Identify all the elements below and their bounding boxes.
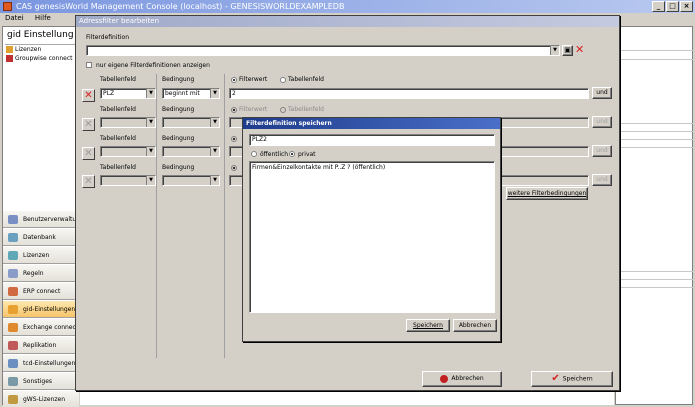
bedingung-select-3[interactable]: ▼ <box>162 146 220 157</box>
nav-icon <box>8 377 18 386</box>
filterdefinition-label: Filterdefinition <box>86 34 129 41</box>
nav-item-erp-connect[interactable]: ERP connect <box>3 282 79 300</box>
tabellenfeld-select-2[interactable]: ▼ <box>100 117 156 128</box>
chevron-down-icon: ▼ <box>210 176 219 185</box>
public-label: öffentlich <box>260 151 289 158</box>
save-button[interactable]: ✔ Speichern <box>531 371 613 387</box>
cancel-button[interactable]: Abbrechen <box>422 371 502 387</box>
more-conditions-button[interactable]: weitere Filterbedingungen <box>506 187 588 200</box>
nav-icon <box>8 287 18 296</box>
filterwert-radio-3[interactable] <box>231 136 237 142</box>
close-button[interactable]: × <box>680 1 693 12</box>
und-button-1[interactable]: und <box>592 87 612 99</box>
nav-item-datenbank[interactable]: Datenbank <box>3 228 79 246</box>
tabellenfeld-radio-2[interactable] <box>280 107 286 113</box>
private-label: privat <box>298 151 316 158</box>
nav-item-lizenzen[interactable]: Lizenzen <box>3 246 79 264</box>
filterwert-input-1[interactable]: 2 <box>229 88 589 99</box>
bedingung-select-4[interactable]: ▼ <box>162 175 220 186</box>
right-panel <box>615 26 694 405</box>
nav-item-regeln[interactable]: Regeln <box>3 264 79 282</box>
tabellenfeld-radio-1[interactable] <box>280 77 286 83</box>
nav-item-replikation[interactable]: Replikation <box>3 336 79 354</box>
nav-icon <box>8 269 18 278</box>
tabellenfeld-select-3[interactable]: ▼ <box>100 146 156 157</box>
chevron-down-icon: ▼ <box>210 89 219 98</box>
bedingung-select-1[interactable]: beginnt mit ▼ <box>162 88 220 99</box>
tabellenfeld-select-1[interactable]: PLZ ▼ <box>100 88 156 99</box>
remove-condition-3-button[interactable]: ✕ <box>82 147 95 160</box>
chevron-down-icon: ▼ <box>550 46 559 55</box>
filterwert-radio-4[interactable] <box>231 165 237 171</box>
sub-save-button[interactable]: Speichern <box>406 319 450 332</box>
nav-icon <box>8 215 18 224</box>
filter-name-input[interactable]: PLZ2 <box>249 134 495 146</box>
remove-condition-4-button[interactable]: ✕ <box>82 175 95 188</box>
private-radio[interactable] <box>289 151 295 157</box>
chevron-down-icon: ▼ <box>146 89 155 98</box>
filterdefinition-select[interactable]: ▼ <box>86 45 560 56</box>
und-button-3[interactable]: und <box>592 145 612 157</box>
sub-cancel-button[interactable]: Abbrechen <box>453 319 497 332</box>
left-panel-title: gid Einstellung <box>7 30 74 40</box>
window-titlebar: CAS genesisWorld Management Console (loc… <box>0 0 695 13</box>
left-panel: gid Einstellung Lizenzen Groupwise conne… <box>2 26 79 407</box>
save-filter-icon[interactable]: ▣ <box>562 45 573 56</box>
window-title: CAS genesisWorld Management Console (loc… <box>16 2 345 11</box>
groupwise-icon <box>6 55 13 62</box>
nav-item-gid-einstellungen[interactable]: gid-Einstellungen <box>3 300 79 318</box>
filter-list[interactable]: Firmen&Einzelkontakte mit P..Z ? (öffent… <box>249 161 495 313</box>
public-radio[interactable] <box>251 151 257 157</box>
menu-datei[interactable]: Datei <box>5 14 24 22</box>
own-filters-label: nur eigene Filterdefinitionen anzeigen <box>96 62 210 69</box>
dialog-title: Adressfilter bearbeiten <box>76 16 619 27</box>
chevron-down-icon: ▼ <box>210 147 219 156</box>
key-icon <box>6 46 13 53</box>
chevron-down-icon: ▼ <box>210 118 219 127</box>
nav-icon <box>8 323 18 332</box>
nav-icon <box>8 395 18 404</box>
nav-icon <box>8 359 18 368</box>
save-filter-dialog: Filterdefinition speichern PLZ2 öffentli… <box>242 117 501 342</box>
cancel-icon <box>440 374 449 383</box>
remove-condition-1-button[interactable]: ✕ <box>82 89 95 102</box>
nav-icon <box>8 233 18 242</box>
filterwert-radio-1[interactable] <box>231 77 237 83</box>
nav-list: Benutzerverwaltung Datenbank Lizenzen Regel… <box>3 210 79 407</box>
nav-icon <box>8 305 18 314</box>
delete-filter-icon[interactable]: ✕ <box>575 43 584 56</box>
bedingung-select-2[interactable]: ▼ <box>162 117 220 128</box>
nav-icon <box>8 251 18 260</box>
chevron-down-icon: ▼ <box>146 147 155 156</box>
left-tree: Lizenzen Groupwise connect <box>5 44 77 204</box>
chevron-down-icon: ▼ <box>146 176 155 185</box>
app-icon <box>3 2 12 11</box>
und-button-4[interactable]: und <box>592 174 612 186</box>
own-filters-checkbox[interactable] <box>86 62 92 68</box>
list-item[interactable]: Firmen&Einzelkontakte mit P..Z ? (öffent… <box>252 164 492 171</box>
minimize-button[interactable]: _ <box>652 1 665 12</box>
tree-item-lizenzen[interactable]: Lizenzen <box>5 45 77 54</box>
filterwert-radio-2[interactable] <box>231 107 237 113</box>
und-button-2[interactable]: und <box>592 116 612 128</box>
nav-item-gws-lizenzen[interactable]: gWS-Lizenzen <box>3 390 79 407</box>
tabellenfeld-select-4[interactable]: ▼ <box>100 175 156 186</box>
nav-item-benutzerverwaltung[interactable]: Benutzerverwaltung <box>3 210 79 228</box>
checkmark-icon: ✔ <box>551 373 560 384</box>
remove-condition-2-button[interactable]: ✕ <box>82 118 95 131</box>
sub-dialog-title: Filterdefinition speichern <box>243 118 500 129</box>
nav-item-exchange-connect[interactable]: Exchange connect <box>3 318 79 336</box>
nav-icon <box>8 341 18 350</box>
chevron-down-icon: ▼ <box>146 118 155 127</box>
menu-hilfe[interactable]: Hilfe <box>35 14 51 22</box>
tree-item-groupwise[interactable]: Groupwise connect <box>5 54 77 63</box>
nav-item-tcd-einstellungen[interactable]: tcd-Einstellungen <box>3 354 79 372</box>
maximize-button[interactable]: □ <box>666 1 679 12</box>
nav-item-sonstiges[interactable]: Sonstiges <box>3 372 79 390</box>
